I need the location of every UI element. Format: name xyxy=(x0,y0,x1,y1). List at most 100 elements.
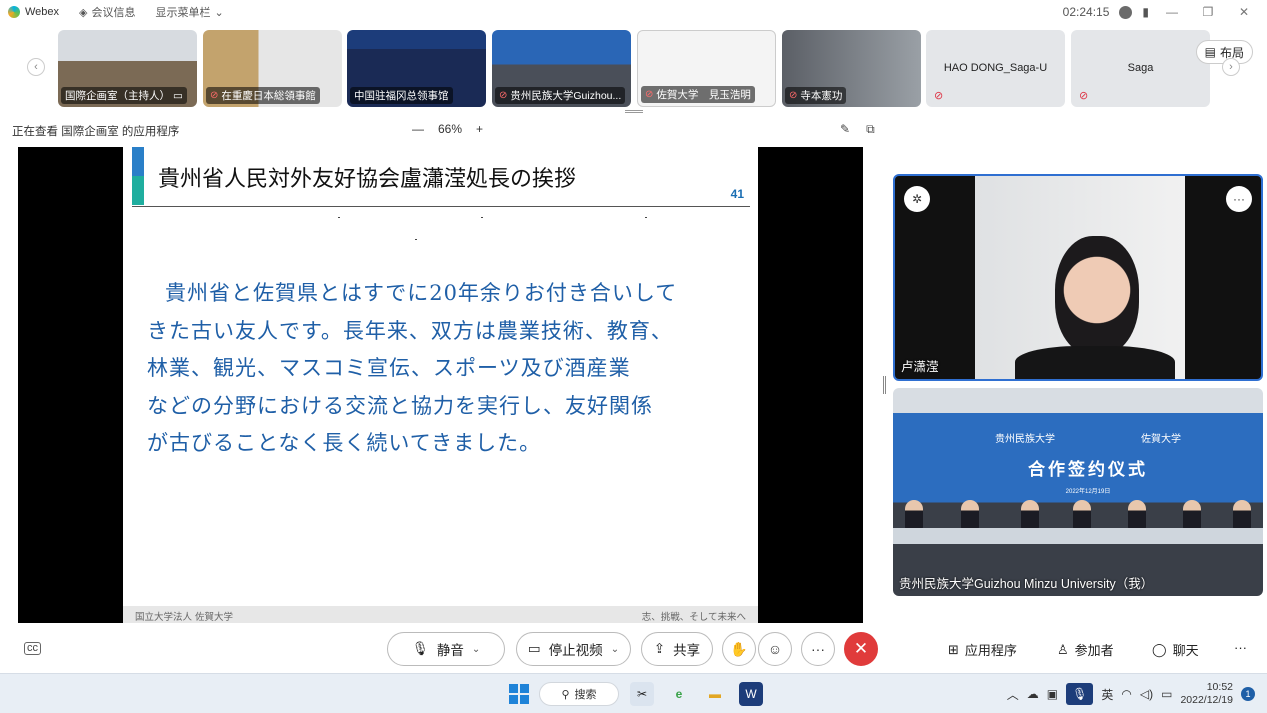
room-person xyxy=(1128,500,1146,530)
zoom-out-button[interactable]: — xyxy=(412,122,424,136)
minimize-button[interactable]: — xyxy=(1159,5,1185,19)
clock-date: 2022/12/19 xyxy=(1180,694,1233,706)
ime-indicator[interactable]: 英 xyxy=(1101,686,1113,703)
apps-button[interactable]: ⊞ 应用程序 xyxy=(948,640,1017,659)
raise-hand-button[interactable]: ✋ xyxy=(722,632,756,666)
slide-body-line: などの分野における交流と協力を実行し、友好関係 xyxy=(147,393,653,418)
close-icon: ✕ xyxy=(853,639,869,658)
snipping-tool-icon[interactable]: ✂ xyxy=(630,682,654,706)
wifi-icon[interactable]: ◠ xyxy=(1121,687,1131,701)
app-name: Webex xyxy=(25,6,60,18)
participant-thumb[interactable]: Saga ⊘ xyxy=(1071,30,1210,107)
participant-name: 在重慶日本総領事館 xyxy=(221,90,316,102)
strip-resize-handle[interactable] xyxy=(625,110,643,113)
clock-time: 10:52 xyxy=(1206,681,1233,693)
signal-icon[interactable]: ▮ xyxy=(1142,5,1149,19)
participant-name: Saga xyxy=(1127,62,1154,74)
start-button[interactable] xyxy=(507,682,531,706)
room-person xyxy=(905,500,923,530)
mic-muted-icon: ⊘ xyxy=(499,90,508,101)
room-person xyxy=(1021,500,1039,530)
participant-name: 国際企画室（主持人） xyxy=(65,90,170,102)
notification-badge[interactable]: 1 xyxy=(1241,687,1255,701)
smiley-icon: ☺ xyxy=(767,641,783,657)
participant-thumb[interactable]: ⊘ 佐賀大学 見玉浩明 xyxy=(637,30,776,107)
layout-icon: ▤ xyxy=(1204,45,1216,59)
show-menu-button[interactable]: 显示菜单栏 ⌄ xyxy=(156,4,224,20)
slide-footer-right: 志、挑戦、そして未来へ xyxy=(641,612,746,623)
microphone-tray-icon[interactable]: 🎙 xyxy=(1066,683,1094,705)
meeting-controls: cc 🎙 静音 ⌄ ▭ 停止视频 ⌄ ⇪ 共享 ✋ ☺ ··· ✕ ⊞ 应用程序… xyxy=(0,628,1267,670)
taskbar-clock[interactable]: 10:52 2022/12/19 xyxy=(1180,681,1233,707)
strip-prev-button[interactable]: ‹ xyxy=(27,58,45,76)
strip-next-button[interactable]: › xyxy=(1222,58,1240,76)
folder-icon[interactable]: ▬ xyxy=(703,682,727,706)
captions-icon[interactable]: cc xyxy=(24,642,41,655)
more-options-icon[interactable]: ··· xyxy=(1226,186,1252,212)
search-icon: ⚲ xyxy=(561,688,570,701)
slide-body-line: きた古い友人です。長年来、双方は農業技術、教育、 xyxy=(147,318,673,343)
meeting-info-label: 会议信息 xyxy=(91,7,136,19)
participant-thumb[interactable]: 中国驻福冈总领事馆 xyxy=(347,30,486,107)
mute-label: 静音 xyxy=(436,643,464,658)
slide-footer: 国立大学法人 佐賀大学 志、挑戦、そして未来へ xyxy=(123,606,758,623)
participant-thumb[interactable]: ⊘ 寺本憲功 xyxy=(782,30,921,107)
browser-icon[interactable]: e xyxy=(667,682,691,706)
volume-icon[interactable]: ◁) xyxy=(1140,687,1153,701)
apps-label: 应用程序 xyxy=(964,643,1017,658)
stop-video-label: 停止视频 xyxy=(548,643,603,658)
participant-strip: ‹ 国際企画室（主持人） ▭ ⊘ 在重慶日本総領事館 中国驻福冈总领事馆 ⊘ 贵州民族… xyxy=(0,28,1267,108)
slide-title-rule xyxy=(132,206,750,207)
participant-label: ⊘ 贵州民族大学Guizhou... xyxy=(495,87,625,104)
participant-label: ⊘ 佐賀大学 見玉浩明 xyxy=(641,86,755,103)
share-button[interactable]: ⇪ 共享 xyxy=(641,632,713,666)
webex-taskbar-icon[interactable]: W xyxy=(739,682,763,706)
slide-footer-left: 国立大学法人 佐賀大学 xyxy=(135,612,234,623)
restore-button[interactable]: ❐ xyxy=(1195,5,1221,19)
close-window-button[interactable]: ✕ xyxy=(1231,5,1257,19)
more-button[interactable]: ··· xyxy=(801,632,835,666)
room-banner: 贵州民族大学 佐賀大学 合作签约仪式 2022年12月19日 xyxy=(983,430,1193,505)
webex-tray-icon[interactable]: ▣ xyxy=(1047,687,1058,701)
mic-muted-icon: ⊘ xyxy=(210,90,219,101)
participants-button[interactable]: ♙ 参加者 xyxy=(1057,640,1114,659)
participant-thumb[interactable]: ⊘ 贵州民族大学Guizhou... xyxy=(492,30,631,107)
participant-label: ⊘ 寺本憲功 xyxy=(785,87,847,104)
self-video[interactable]: 贵州民族大学 佐賀大学 合作签约仪式 2022年12月19日 贵州民族大学Gui… xyxy=(893,388,1263,596)
sync-icon[interactable]: ☁ xyxy=(1027,687,1039,701)
slide-speck xyxy=(645,217,647,218)
overflow-button[interactable]: ··· xyxy=(1234,640,1247,655)
popout-icon[interactable]: ⧉ xyxy=(866,122,875,137)
participant-thumb[interactable]: HAO DONG_Saga-U ⊘ xyxy=(926,30,1065,107)
person-icon: ♙ xyxy=(1057,641,1069,657)
reactions-button[interactable]: ☺ xyxy=(758,632,792,666)
participant-thumb[interactable]: 国際企画室（主持人） ▭ xyxy=(58,30,197,107)
chevron-down-icon[interactable]: ⌄ xyxy=(611,644,619,655)
meeting-info-button[interactable]: ◈ 会议信息 xyxy=(79,4,135,20)
taskbar-search[interactable]: ⚲ 搜索 xyxy=(539,682,619,706)
room-person xyxy=(1233,500,1251,530)
pin-icon[interactable]: ✲ xyxy=(904,186,930,212)
annotate-icon[interactable]: ✎ xyxy=(840,122,850,137)
windows-icon xyxy=(509,684,529,704)
chat-button[interactable]: ◯ 聊天 xyxy=(1152,640,1199,659)
participants-label: 参加者 xyxy=(1074,643,1114,658)
chevron-down-icon[interactable]: ⌄ xyxy=(472,644,480,655)
stop-video-button[interactable]: ▭ 停止视频 ⌄ xyxy=(516,632,631,666)
zoom-in-button[interactable]: + xyxy=(476,122,483,136)
ellipsis-icon: ··· xyxy=(1234,640,1247,655)
participant-name: 寺本憲功 xyxy=(800,90,843,102)
participant-thumb[interactable]: ⊘ 在重慶日本総領事館 xyxy=(203,30,342,107)
slide-speck xyxy=(415,239,417,240)
recording-icon[interactable] xyxy=(1119,5,1133,19)
mute-button[interactable]: 🎙 静音 ⌄ xyxy=(387,632,505,666)
chevron-up-icon[interactable]: ︿ xyxy=(1007,686,1019,703)
battery-icon[interactable]: ▭ xyxy=(1161,687,1172,701)
panel-resize-handle[interactable] xyxy=(883,376,886,394)
leave-meeting-button[interactable]: ✕ xyxy=(844,632,878,666)
room-person xyxy=(1073,500,1091,530)
participant-name: 贵州民族大学Guizhou... xyxy=(510,90,622,102)
windows-taskbar: ⚲ 搜索 ✂ e ▬ W ︿ ☁ ▣ 🎙 英 ◠ ◁) ▭ 10:52 2022… xyxy=(0,673,1267,713)
active-speaker-video[interactable]: ✲ ··· 卢潇滢 xyxy=(893,174,1263,381)
participant-name: 佐賀大学 見玉浩明 xyxy=(656,89,751,101)
